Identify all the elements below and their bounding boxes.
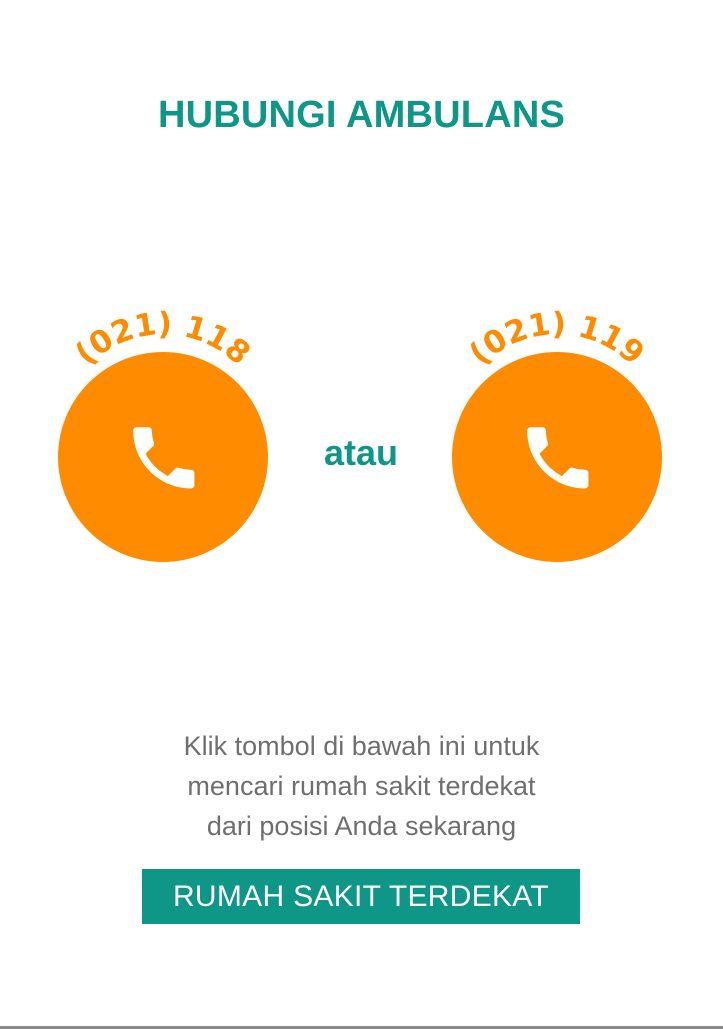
info-line: mencari rumah sakit terdekat <box>187 771 536 801</box>
page-title: HUBUNGI AMBULANS <box>157 94 566 136</box>
call-button-119[interactable]: (021) 119 <box>447 306 667 565</box>
info-line: dari posisi Anda sekarang <box>206 811 517 841</box>
call-circle <box>452 352 662 562</box>
nearest-hospital-button[interactable]: RUMAH SAKIT TERDEKAT <box>142 869 580 924</box>
info-text: Klik tombol di bawah ini untuk mencari r… <box>0 726 723 846</box>
separator-text: atau <box>323 432 399 473</box>
call-circle <box>58 352 268 562</box>
call-button-118[interactable]: (021) 118 <box>53 306 273 565</box>
info-line: Klik tombol di bawah ini untuk <box>183 731 540 761</box>
